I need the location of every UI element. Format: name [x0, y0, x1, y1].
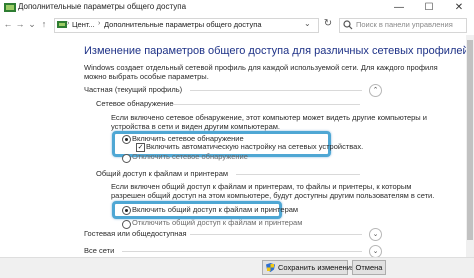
breadcrumb-current[interactable]: Дополнительные параметры общего доступа [104, 20, 262, 29]
breadcrumb-control-panel[interactable]: Цент... [72, 20, 95, 29]
search-placeholder: Поиск в панели управления [356, 20, 453, 29]
network-folder-icon [4, 3, 16, 12]
file-sharing-off-label[interactable]: Отключить общий доступ к файлам и принте… [132, 218, 302, 228]
breadcrumb-separator: › [98, 20, 101, 27]
network-discovery-on-radio[interactable] [122, 135, 131, 144]
auto-setup-label[interactable]: Включить автоматическую настройку на сет… [146, 142, 363, 152]
forward-icon[interactable]: → [14, 18, 26, 30]
back-icon[interactable]: ← [2, 18, 14, 30]
address-dropdown-icon[interactable]: ⌄ [304, 19, 311, 28]
profile-guest-title[interactable]: Гостевая или общедоступная [84, 229, 187, 239]
close-button[interactable]: ✕ [444, 0, 474, 16]
file-sharing-off-radio[interactable] [122, 220, 131, 229]
profile-private-title[interactable]: Частная (текущий профиль) [84, 85, 182, 95]
window-title: Дополнительные параметры общего доступа [18, 2, 187, 11]
collapse-chevron-icon[interactable]: ⌃ [369, 84, 382, 97]
maximize-button[interactable]: ☐ [414, 0, 444, 16]
page-title: Изменение параметров общего доступа для … [84, 45, 469, 57]
footer-bar [0, 257, 474, 278]
section-divider [190, 234, 362, 235]
network-folder-icon [57, 21, 67, 28]
file-sharing-title: Общий доступ к файлам и принтерам [96, 169, 229, 178]
minimize-button[interactable]: — [384, 0, 414, 16]
up-icon[interactable]: ↑ [38, 18, 50, 30]
breadcrumb-separator: › [67, 20, 70, 27]
refresh-icon[interactable]: ↻ [321, 17, 335, 31]
file-sharing-description: разрешен общий доступ на этом компьютере… [111, 191, 435, 200]
file-sharing-on-label[interactable]: Включить общий доступ к файлам и принтер… [132, 205, 298, 215]
save-changes-button[interactable]: Сохранить изменения [262, 260, 355, 275]
cancel-button[interactable]: Отмена [352, 260, 386, 275]
section-divider [122, 251, 362, 252]
auto-setup-checkbox[interactable]: ✓ [136, 143, 145, 152]
file-sharing-on-radio[interactable] [122, 206, 131, 215]
section-divider [190, 90, 362, 91]
uac-shield-icon [266, 263, 275, 272]
description-line: можно выбрать особые параметры. [84, 72, 209, 81]
section-divider [172, 104, 360, 105]
profile-all-networks-title[interactable]: Все сети [84, 246, 114, 256]
section-divider [236, 174, 360, 175]
search-icon [343, 20, 353, 30]
network-discovery-off-label[interactable]: Отключить сетевое обнаружение [132, 152, 248, 162]
expand-chevron-icon[interactable]: ⌄ [369, 228, 382, 241]
network-discovery-off-radio[interactable] [122, 154, 131, 163]
save-changes-label: Сохранить изменения [278, 263, 356, 272]
recent-dropdown-icon[interactable]: ⌄ [26, 18, 38, 30]
network-discovery-title: Сетевое обнаружение [96, 99, 174, 108]
scrollbar-thumb[interactable] [467, 40, 473, 240]
